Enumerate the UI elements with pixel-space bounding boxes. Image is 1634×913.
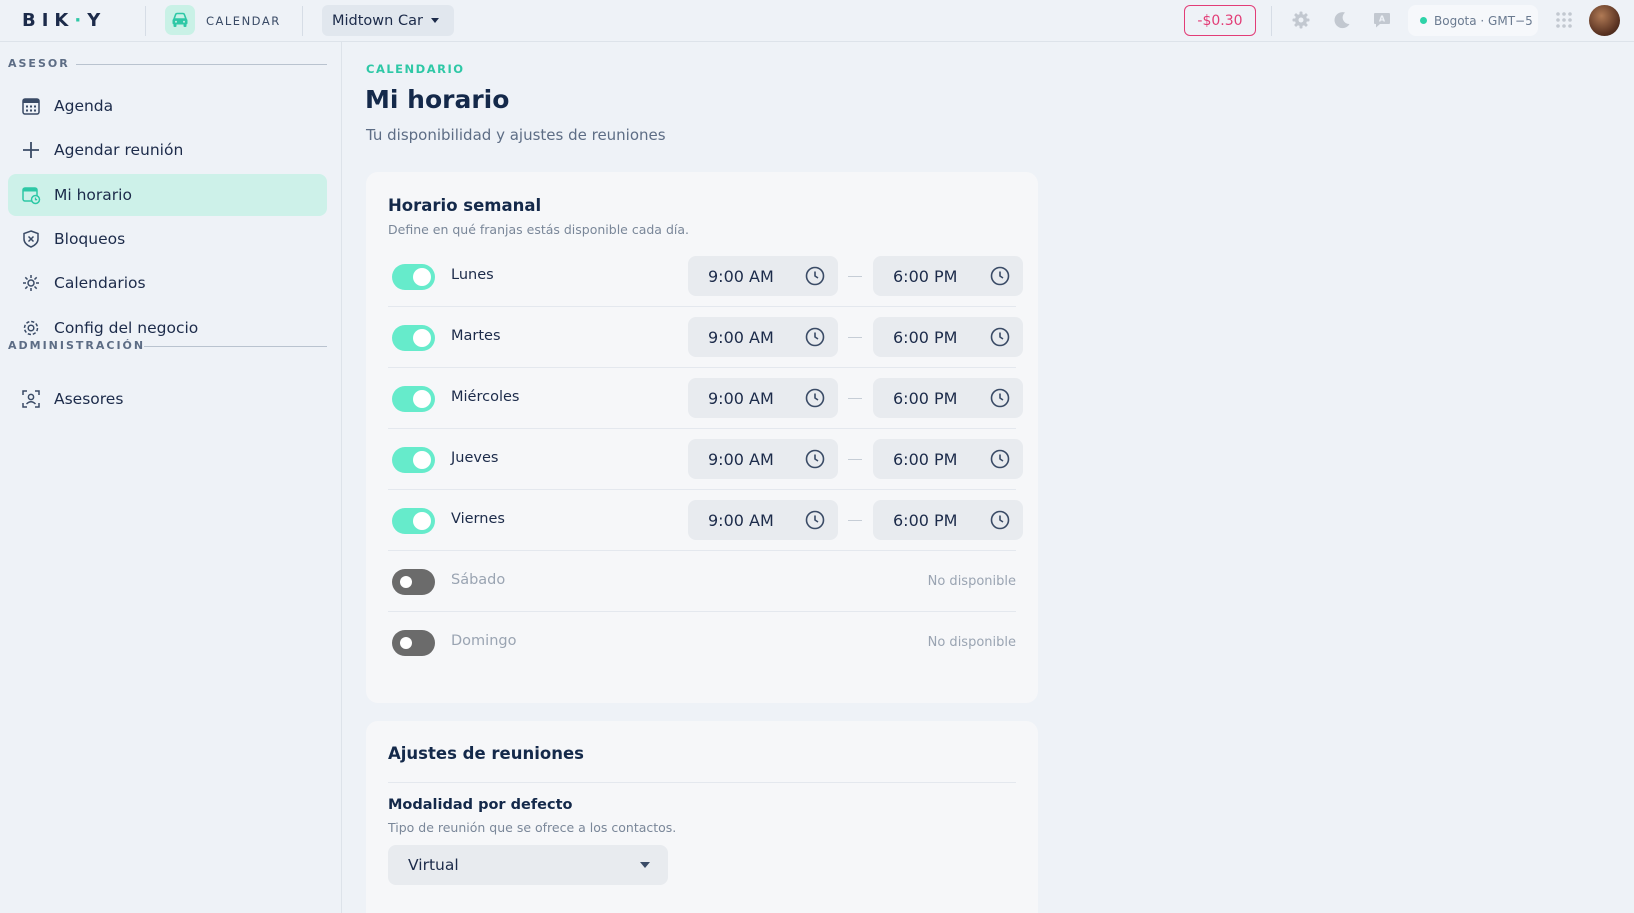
day-name: Jueves	[451, 450, 499, 466]
sidebar-item-mi-horario[interactable]: Mi horario	[8, 174, 327, 216]
day-name: Domingo	[451, 633, 517, 649]
end-time-input[interactable]: 6:00 PM	[873, 439, 1023, 479]
time-range-dash	[848, 520, 862, 521]
sidebar-item-agendar-reunion[interactable]: Agendar reunión	[8, 129, 327, 171]
card-title: Horario semanal	[388, 196, 542, 215]
time-range-dash	[848, 337, 862, 338]
time-range-dash	[848, 276, 862, 277]
end-time-input[interactable]: 6:00 PM	[873, 378, 1023, 418]
day-toggle[interactable]	[392, 630, 435, 656]
day-toggle[interactable]	[392, 447, 435, 473]
time-range-dash	[848, 459, 862, 460]
top-bar: BIK·Y CALENDAR Midtown Car -$0.30 A Bogo…	[0, 0, 1634, 42]
day-row-viernes: Viernes 9:00 AM 6:00 PM	[388, 490, 1023, 551]
day-name: Viernes	[451, 511, 505, 527]
day-toggle[interactable]	[392, 508, 435, 534]
section-divider	[144, 346, 327, 347]
modality-select[interactable]: Virtual	[388, 845, 668, 885]
start-time-input[interactable]: 9:00 AM	[688, 256, 838, 296]
apps-grid-icon[interactable]	[1553, 9, 1575, 31]
app-name: CALENDAR	[206, 14, 281, 28]
sidebar-item-calendarios[interactable]: Calendarios	[8, 262, 327, 304]
start-time-input[interactable]: 9:00 AM	[688, 378, 838, 418]
svg-text:A: A	[1379, 15, 1386, 24]
plus-icon	[21, 140, 41, 160]
day-name: Lunes	[451, 267, 494, 283]
section-divider	[76, 64, 327, 65]
card-description: Define en qué franjas estás disponible c…	[388, 222, 689, 237]
chevron-down-icon	[640, 862, 650, 868]
shield-x-icon	[21, 229, 41, 249]
divider	[1271, 6, 1272, 36]
sidebar-item-asesores[interactable]: Asesores	[8, 378, 327, 420]
schedule-icon	[21, 185, 41, 205]
clock-icon	[805, 388, 825, 408]
page-subtitle: Tu disponibilidad y ajustes de reuniones	[366, 126, 666, 144]
unavailable-label: No disponible	[927, 574, 1016, 589]
sidebar-item-agenda[interactable]: Agenda	[8, 85, 327, 127]
day-toggle[interactable]	[392, 325, 435, 351]
clock-icon	[990, 266, 1010, 286]
day-toggle[interactable]	[392, 386, 435, 412]
day-name: Sábado	[451, 572, 506, 588]
moon-icon[interactable]	[1331, 9, 1353, 31]
day-row-sabado: Sábado No disponible	[388, 551, 1016, 612]
balance-badge[interactable]: -$0.30	[1184, 5, 1256, 36]
day-row-miercoles: Miércoles 9:00 AM 6:00 PM	[388, 368, 1023, 429]
business-selector[interactable]: Midtown Car	[322, 5, 454, 36]
day-toggle[interactable]	[392, 569, 435, 595]
breadcrumb: CALENDARIO	[366, 62, 465, 76]
day-row-jueves: Jueves 9:00 AM 6:00 PM	[388, 429, 1023, 490]
clock-icon	[990, 449, 1010, 469]
clock-icon	[990, 388, 1010, 408]
clock-icon	[990, 510, 1010, 530]
start-time-input[interactable]: 9:00 AM	[688, 439, 838, 479]
day-row-martes: Martes 9:00 AM 6:00 PM	[388, 307, 1023, 368]
time-range-dash	[848, 398, 862, 399]
calendar-icon	[21, 96, 41, 116]
modality-description: Tipo de reunión que se ofrece a los cont…	[388, 820, 677, 835]
clock-icon	[805, 266, 825, 286]
clock-icon	[805, 327, 825, 347]
page-title: Mi horario	[365, 85, 510, 114]
card-title: Ajustes de reuniones	[388, 744, 584, 763]
day-row-lunes: Lunes 9:00 AM 6:00 PM	[388, 246, 1023, 307]
modality-label: Modalidad por defecto	[388, 797, 573, 813]
user-avatar[interactable]	[1589, 5, 1620, 36]
sync-icon	[21, 273, 41, 293]
day-row-domingo: Domingo No disponible	[388, 612, 1016, 673]
gear-icon	[21, 318, 41, 338]
status-dot	[1420, 17, 1427, 24]
section-label-asesor: ASESOR	[8, 57, 70, 70]
start-time-input[interactable]: 9:00 AM	[688, 317, 838, 357]
end-time-input[interactable]: 6:00 PM	[873, 500, 1023, 540]
clock-icon	[805, 449, 825, 469]
divider	[145, 6, 146, 36]
start-time-input[interactable]: 9:00 AM	[688, 500, 838, 540]
end-time-input[interactable]: 6:00 PM	[873, 317, 1023, 357]
clock-icon	[990, 327, 1010, 347]
car-icon	[165, 5, 195, 35]
day-name: Miércoles	[451, 389, 520, 405]
sidebar-item-bloqueos[interactable]: Bloqueos	[8, 218, 327, 260]
divider	[388, 782, 1016, 783]
timezone-indicator[interactable]: Bogota · GMT−5	[1408, 5, 1538, 36]
users-icon	[21, 389, 41, 409]
chat-icon[interactable]: A	[1371, 9, 1393, 31]
biky-logo[interactable]: BIK·Y	[22, 10, 106, 31]
divider	[302, 6, 303, 36]
clock-icon	[805, 510, 825, 530]
day-name: Martes	[451, 328, 501, 344]
weekly-schedule-card: Horario semanal Define en qué franjas es…	[366, 172, 1038, 703]
day-toggle[interactable]	[392, 264, 435, 290]
unavailable-label: No disponible	[927, 635, 1016, 650]
meeting-settings-card: Ajustes de reuniones Modalidad por defec…	[366, 721, 1038, 913]
section-label-administracion: ADMINISTRACIÓN	[8, 339, 146, 352]
end-time-input[interactable]: 6:00 PM	[873, 256, 1023, 296]
sidebar: ASESOR Agenda Agendar reunión Mi horario…	[0, 42, 342, 913]
gear-icon[interactable]	[1290, 9, 1312, 31]
chevron-down-icon	[430, 18, 439, 23]
